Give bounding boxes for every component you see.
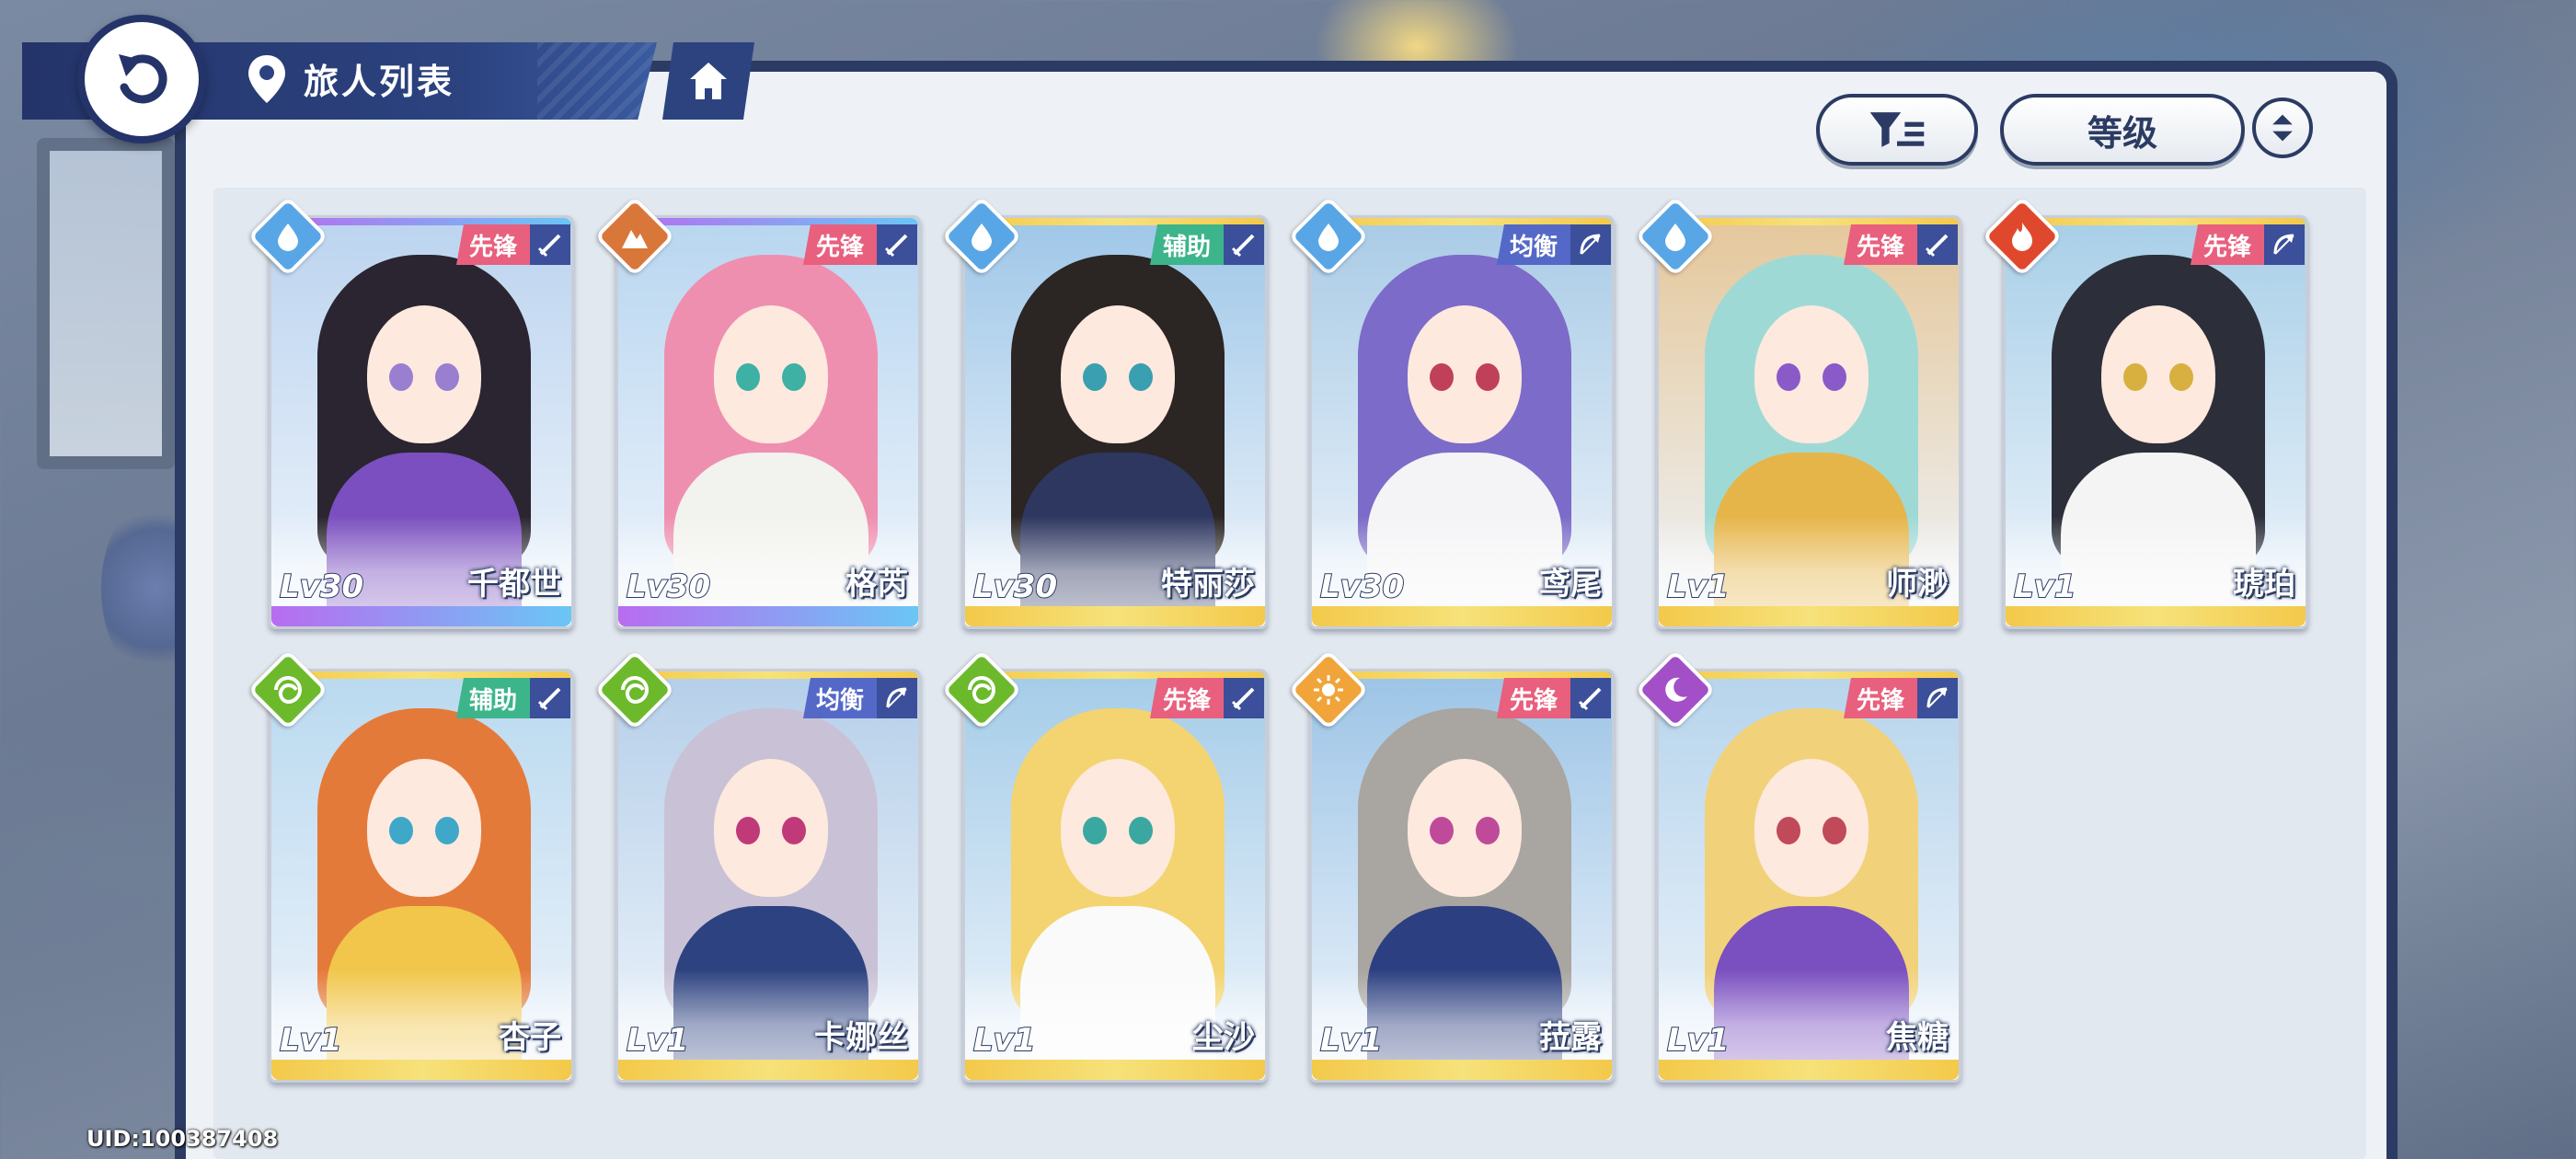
sword-icon bbox=[1917, 224, 1958, 265]
character-level: Lv1 bbox=[1319, 1021, 1383, 1060]
sort-order-icon bbox=[2272, 114, 2293, 142]
character-name: 格芮 bbox=[845, 566, 908, 602]
bow-icon bbox=[1570, 224, 1611, 265]
uid-label: UID:100387408 bbox=[86, 1126, 279, 1152]
character-card[interactable]: 辅助 Lv30 特丽莎 bbox=[941, 196, 1268, 629]
character-card[interactable]: 先锋 Lv30 格芮 bbox=[594, 196, 921, 629]
role-badge: 先锋 bbox=[802, 224, 877, 265]
back-button[interactable] bbox=[77, 15, 206, 143]
bow-icon bbox=[877, 678, 917, 718]
background-window bbox=[37, 138, 175, 469]
home-icon bbox=[690, 63, 727, 99]
filter-icon bbox=[1869, 112, 1925, 147]
role-badge: 均衡 bbox=[1496, 224, 1570, 265]
back-arrow-icon bbox=[119, 54, 167, 104]
character-name: 杏子 bbox=[499, 1019, 561, 1056]
role-badge: 先锋 bbox=[2190, 224, 2264, 265]
character-name: 师渺 bbox=[1886, 566, 1949, 602]
character-level: Lv1 bbox=[2013, 568, 2076, 606]
character-name: 菈露 bbox=[1539, 1019, 1602, 1056]
sword-icon bbox=[1224, 678, 1264, 718]
sort-by-button[interactable]: 等级 bbox=[2000, 94, 2245, 166]
role-badge: 先锋 bbox=[1843, 678, 1917, 718]
character-level: Lv30 bbox=[972, 568, 1058, 606]
character-name: 琥珀 bbox=[2233, 566, 2295, 602]
character-card[interactable]: 均衡 Lv30 鸢尾 bbox=[1288, 196, 1615, 629]
role-badge: 先锋 bbox=[1843, 224, 1917, 265]
character-card[interactable]: 先锋 Lv1 尘沙 bbox=[941, 649, 1268, 1083]
character-name: 尘沙 bbox=[1192, 1019, 1255, 1056]
filter-button[interactable] bbox=[1816, 94, 1978, 166]
character-level: Lv1 bbox=[972, 1021, 1036, 1060]
sort-order-toggle[interactable] bbox=[2252, 98, 2313, 158]
sword-icon bbox=[1570, 678, 1611, 718]
sword-icon bbox=[530, 678, 570, 718]
character-card[interactable]: 先锋 Lv1 菈露 bbox=[1288, 649, 1615, 1083]
bow-icon bbox=[1917, 678, 1958, 718]
home-button[interactable] bbox=[662, 42, 754, 120]
character-level: Lv30 bbox=[626, 568, 711, 606]
character-name: 卡娜丝 bbox=[814, 1019, 908, 1056]
role-badge: 先锋 bbox=[1496, 678, 1570, 718]
role-badge: 辅助 bbox=[1149, 224, 1224, 265]
page-title: 旅人列表 bbox=[304, 62, 455, 102]
character-level: Lv1 bbox=[1666, 568, 1730, 606]
sword-icon bbox=[530, 224, 570, 265]
role-badge: 先锋 bbox=[455, 224, 530, 265]
character-card[interactable]: 先锋 Lv30 千都世 bbox=[247, 196, 574, 629]
character-name: 焦糖 bbox=[1886, 1019, 1949, 1056]
sword-icon bbox=[877, 224, 917, 265]
character-card[interactable]: 先锋 Lv1 琥珀 bbox=[1982, 196, 2308, 629]
character-name: 鸢尾 bbox=[1539, 566, 1602, 602]
character-card[interactable]: 辅助 Lv1 杏子 bbox=[247, 649, 574, 1083]
role-badge: 先锋 bbox=[1149, 678, 1224, 718]
character-level: Lv30 bbox=[279, 568, 364, 606]
character-level: Lv1 bbox=[279, 1021, 342, 1060]
character-name: 千都世 bbox=[467, 566, 561, 602]
role-badge: 辅助 bbox=[455, 678, 530, 718]
role-badge: 均衡 bbox=[802, 678, 877, 718]
bow-icon bbox=[2264, 224, 2305, 265]
character-card[interactable]: 均衡 Lv1 卡娜丝 bbox=[594, 649, 921, 1083]
character-card[interactable]: 先锋 Lv1 焦糖 bbox=[1635, 649, 1961, 1083]
character-level: Lv30 bbox=[1319, 568, 1405, 606]
character-card[interactable]: 先锋 Lv1 师渺 bbox=[1635, 196, 1961, 629]
sword-icon bbox=[1224, 224, 1264, 265]
character-level: Lv1 bbox=[1666, 1021, 1730, 1060]
character-level: Lv1 bbox=[626, 1021, 689, 1060]
character-name: 特丽莎 bbox=[1161, 566, 1255, 602]
location-pin-icon bbox=[248, 55, 285, 103]
